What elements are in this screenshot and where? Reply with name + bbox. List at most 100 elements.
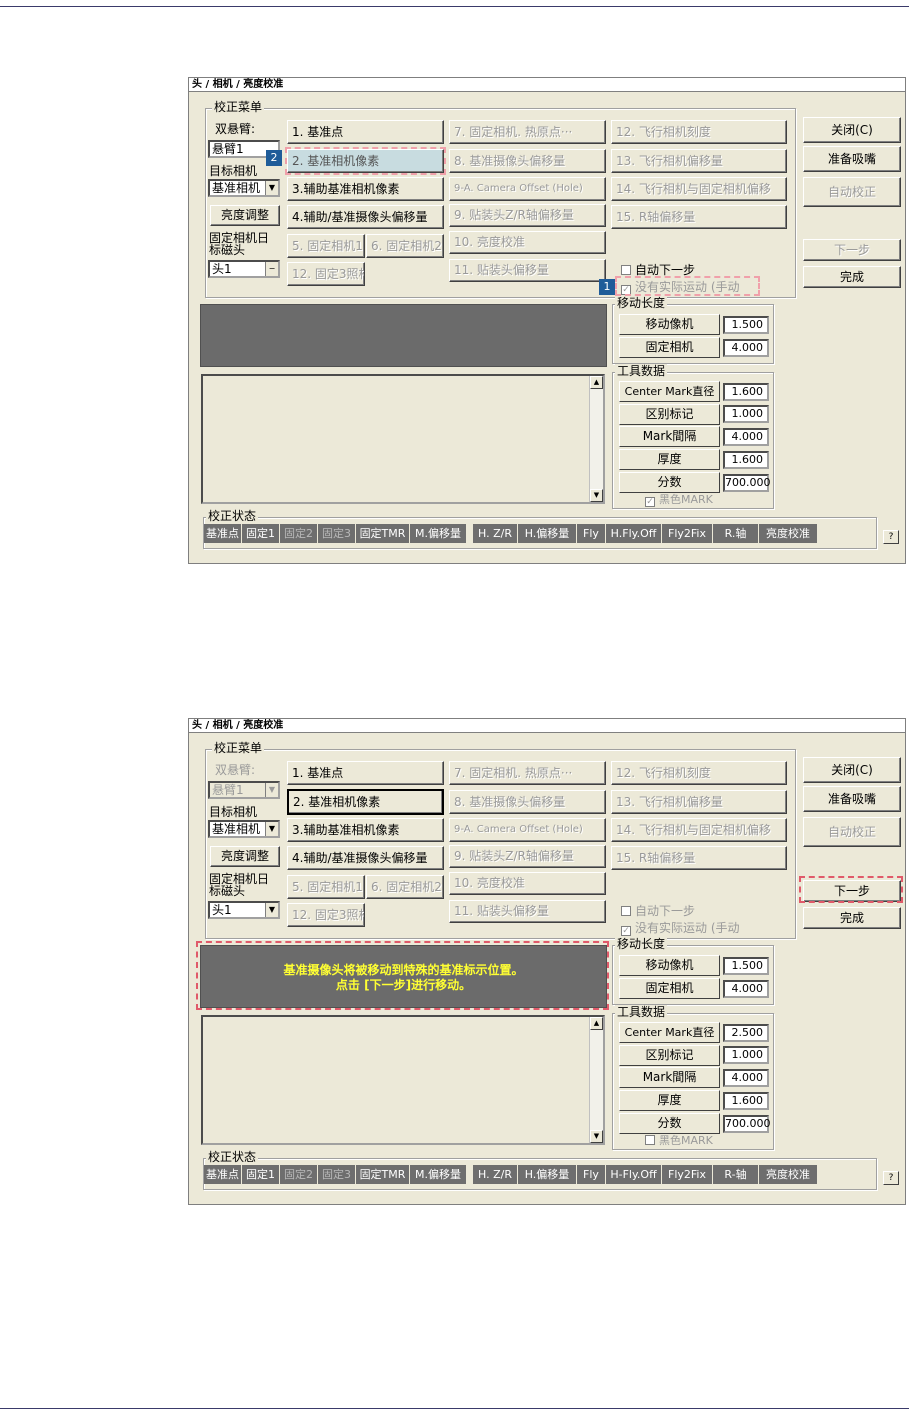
scroll-up-icon[interactable]: ▲ bbox=[590, 376, 603, 389]
status-r-axis: R.轴 bbox=[713, 524, 758, 543]
distinct-mark-button[interactable]: 区别标记 bbox=[619, 404, 720, 425]
moving-camera-input[interactable]: 1.500 bbox=[723, 316, 769, 334]
arm-select: 悬臂1 ▼ bbox=[208, 781, 280, 799]
menu-8-base-camera-offset[interactable]: 8. 基准摄像头偏移量 bbox=[449, 149, 606, 173]
menu-3-aux-camera-pixel[interactable]: 3.辅助基准相机像素 bbox=[287, 177, 444, 201]
scroll-down-icon[interactable]: ▼ bbox=[590, 489, 603, 502]
moving-camera-button[interactable]: 移动像机 bbox=[619, 955, 720, 976]
fixed-camera-button[interactable]: 固定相机 bbox=[619, 978, 720, 999]
menu-13-fly-camera-offset[interactable]: 13. 飞行相机偏移量 bbox=[611, 790, 787, 814]
auto-calib-button[interactable]: 自动校正 bbox=[803, 817, 901, 847]
thickness-input[interactable]: 1.600 bbox=[723, 451, 769, 469]
close-button[interactable]: 关闭(C) bbox=[803, 117, 901, 143]
mark-interval-button[interactable]: Mark間隔 bbox=[619, 426, 720, 447]
next-button[interactable]: 下一步 bbox=[803, 239, 901, 261]
score-button[interactable]: 分数 bbox=[619, 1113, 720, 1134]
menu-11-head-offset[interactable]: 11. 贴装头偏移量 bbox=[449, 900, 606, 923]
menu-7-fixed-camera-origin[interactable]: 7. 固定相机. 热原点··· bbox=[449, 120, 606, 144]
menu-12-fixed-3[interactable]: 12. 固定3照相 bbox=[287, 262, 365, 286]
menu-2-base-camera-pixel[interactable]: 2. 基准相机像素 bbox=[287, 789, 444, 815]
menu-1-base-point[interactable]: 1. 基准点 bbox=[287, 120, 444, 144]
score-input[interactable]: 700.000 bbox=[723, 1115, 771, 1133]
brightness-adjust-button[interactable]: 亮度调整 bbox=[210, 205, 280, 226]
menu-7-fixed-camera-origin[interactable]: 7. 固定相机. 热原点··· bbox=[449, 761, 606, 785]
mark-interval-input[interactable]: 4.000 bbox=[723, 428, 769, 446]
fixed-camera-input[interactable]: 4.000 bbox=[723, 980, 769, 998]
finish-button[interactable]: 完成 bbox=[803, 266, 901, 288]
thickness-button[interactable]: 厚度 bbox=[619, 1090, 720, 1111]
menu-13-fly-camera-offset[interactable]: 13. 飞行相机偏移量 bbox=[611, 149, 787, 173]
menu-11-head-offset[interactable]: 11. 贴装头偏移量 bbox=[449, 259, 606, 282]
mark-interval-input[interactable]: 4.000 bbox=[723, 1069, 769, 1087]
log-textarea[interactable]: ▲ ▼ bbox=[201, 1015, 605, 1145]
target-camera-select[interactable]: 基准相机 ▼ bbox=[208, 820, 280, 838]
center-mark-input[interactable]: 1.600 bbox=[723, 383, 769, 401]
menu-4-camera-offset[interactable]: 4.辅助/基准摄像头偏移量 bbox=[287, 846, 444, 870]
head-select[interactable]: 头1 − bbox=[208, 260, 280, 278]
auto-calib-button[interactable]: 自动校正 bbox=[803, 177, 901, 207]
score-input[interactable]: 700.000 bbox=[723, 474, 771, 492]
fixed-camera-button[interactable]: 固定相机 bbox=[619, 337, 720, 358]
black-mark-label: 黑色MARK bbox=[659, 1134, 713, 1147]
thickness-button[interactable]: 厚度 bbox=[619, 449, 720, 470]
chevron-down-icon[interactable]: ▼ bbox=[265, 903, 278, 917]
center-mark-button[interactable]: Center Mark直径 bbox=[619, 1022, 720, 1043]
finish-button[interactable]: 完成 bbox=[803, 907, 901, 929]
menu-3-aux-camera-pixel[interactable]: 3.辅助基准相机像素 bbox=[287, 818, 444, 842]
chevron-down-icon[interactable]: ▼ bbox=[265, 181, 278, 195]
distinct-mark-input[interactable]: 1.000 bbox=[723, 1046, 769, 1064]
thickness-input[interactable]: 1.600 bbox=[723, 1092, 769, 1110]
ready-nozzle-button[interactable]: 准备吸嘴 bbox=[803, 146, 901, 172]
menu-14-fly-fixed-offset[interactable]: 14. 飞行相机与固定相机偏移 bbox=[611, 818, 787, 842]
distinct-mark-button[interactable]: 区别标记 bbox=[619, 1045, 720, 1066]
checkbox-checked-icon: ✓ bbox=[621, 926, 631, 936]
help-icon[interactable]: ? bbox=[883, 530, 899, 544]
menu-14-fly-fixed-offset[interactable]: 14. 飞行相机与固定相机偏移 bbox=[611, 177, 787, 201]
mark-interval-button[interactable]: Mark間隔 bbox=[619, 1067, 720, 1088]
help-icon[interactable]: ? bbox=[883, 1171, 899, 1185]
menu-12-fly-camera-scale[interactable]: 12. 飞行相机刻度 bbox=[611, 761, 787, 785]
black-mark-checkbox[interactable]: 黑色MARK bbox=[645, 1134, 713, 1148]
menu-1-base-point[interactable]: 1. 基准点 bbox=[287, 761, 444, 785]
menu-6-fixed-camera-2[interactable]: 6. 固定相机2 bbox=[366, 234, 444, 258]
menu-6-fixed-camera-2[interactable]: 6. 固定相机2 bbox=[366, 875, 444, 899]
distinct-mark-input[interactable]: 1.000 bbox=[723, 405, 769, 423]
menu-9a-camera-offset-hole[interactable]: 9-A. Camera Offset (Hole) bbox=[449, 177, 606, 201]
auto-next-checkbox[interactable]: 自动下一步 bbox=[621, 904, 695, 918]
menu-9a-camera-offset-hole[interactable]: 9-A. Camera Offset (Hole) bbox=[449, 818, 606, 842]
menu-8-base-camera-offset[interactable]: 8. 基准摄像头偏移量 bbox=[449, 790, 606, 814]
no-motion-checkbox[interactable]: ✓ 没有实际运动 (手动 bbox=[621, 921, 740, 936]
menu-4-camera-offset[interactable]: 4.辅助/基准摄像头偏移量 bbox=[287, 205, 444, 229]
menu-9-head-zr-offset[interactable]: 9. 贴装头Z/R轴偏移量 bbox=[449, 204, 606, 227]
center-mark-input[interactable]: 2.500 bbox=[723, 1024, 769, 1042]
menu-5-fixed-camera-1[interactable]: 5. 固定相机1 bbox=[287, 234, 365, 258]
target-camera-select[interactable]: 基准相机 ▼ bbox=[208, 179, 280, 197]
menu-15-r-axis-offset[interactable]: 15. R轴偏移量 bbox=[611, 846, 787, 870]
head-select[interactable]: 头1 ▼ bbox=[208, 901, 280, 919]
moving-camera-input[interactable]: 1.500 bbox=[723, 957, 769, 975]
scroll-up-icon[interactable]: ▲ bbox=[590, 1017, 603, 1030]
menu-5-fixed-camera-1[interactable]: 5. 固定相机1 bbox=[287, 875, 365, 899]
menu-10-brightness[interactable]: 10. 亮度校准 bbox=[449, 872, 606, 895]
close-button[interactable]: 关闭(C) bbox=[803, 757, 901, 783]
vertical-scrollbar[interactable]: ▲ ▼ bbox=[589, 1017, 603, 1143]
menu-9-head-zr-offset[interactable]: 9. 贴装头Z/R轴偏移量 bbox=[449, 845, 606, 868]
chevron-down-icon[interactable]: ▼ bbox=[265, 822, 278, 836]
brightness-adjust-button[interactable]: 亮度调整 bbox=[210, 846, 280, 867]
menu-10-brightness[interactable]: 10. 亮度校准 bbox=[449, 231, 606, 254]
vertical-scrollbar[interactable]: ▲ ▼ bbox=[589, 376, 603, 502]
black-mark-checkbox[interactable]: ✓ 黑色MARK bbox=[645, 493, 713, 507]
moving-camera-button[interactable]: 移动像机 bbox=[619, 314, 720, 335]
menu-12-fly-camera-scale[interactable]: 12. 飞行相机刻度 bbox=[611, 120, 787, 144]
spin-icon[interactable]: − bbox=[265, 262, 278, 276]
status-h-offset: H.偏移量 bbox=[518, 1165, 576, 1184]
auto-next-checkbox[interactable]: 自动下一步 bbox=[621, 263, 695, 277]
menu-12-fixed-3[interactable]: 12. 固定3照相 bbox=[287, 903, 365, 927]
menu-15-r-axis-offset[interactable]: 15. R轴偏移量 bbox=[611, 205, 787, 229]
center-mark-button[interactable]: Center Mark直径 bbox=[619, 381, 720, 402]
ready-nozzle-button[interactable]: 准备吸嘴 bbox=[803, 786, 901, 812]
log-textarea[interactable]: ▲ ▼ bbox=[201, 374, 605, 504]
fixed-camera-input[interactable]: 4.000 bbox=[723, 339, 769, 357]
scroll-down-icon[interactable]: ▼ bbox=[590, 1130, 603, 1143]
score-button[interactable]: 分数 bbox=[619, 472, 720, 493]
